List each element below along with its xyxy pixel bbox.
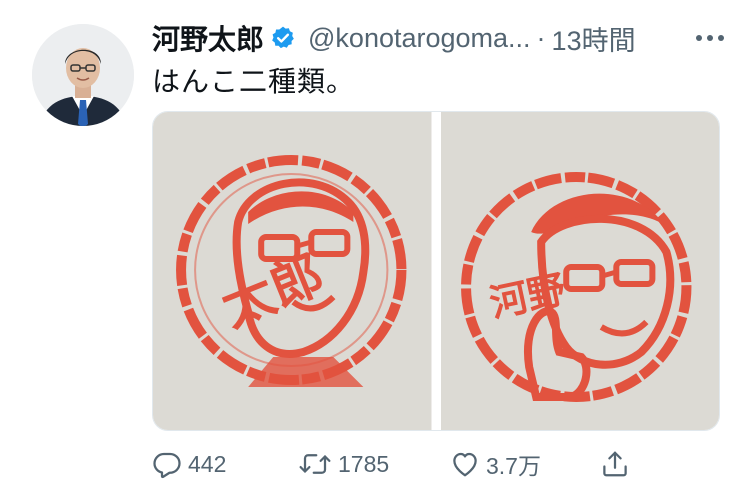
header-separator: · xyxy=(536,22,546,53)
reply-button[interactable]: 442 xyxy=(152,449,298,479)
reply-icon xyxy=(153,452,181,479)
hanko-stamp-taro-image: 太郎 xyxy=(153,112,432,430)
hanko-stamp-kono-image: 河野 xyxy=(440,112,719,430)
media-photo-right[interactable]: 河野 xyxy=(440,112,719,430)
share-icon xyxy=(603,451,627,477)
media-photo-left[interactable]: 太郎 xyxy=(153,112,432,430)
avatar-image xyxy=(32,24,134,126)
more-options-icon[interactable] xyxy=(696,22,724,54)
retweet-count: 1785 xyxy=(338,450,390,477)
author-handle[interactable]: @konotarogoma... xyxy=(308,23,531,54)
author-display-name[interactable]: 河野太郎 xyxy=(152,18,264,58)
retweet-button[interactable]: 1785 xyxy=(298,449,450,479)
retweet-icon xyxy=(299,454,331,474)
tweet-timestamp[interactable]: 13時間 xyxy=(552,19,636,58)
reply-count: 442 xyxy=(188,450,227,477)
share-button[interactable] xyxy=(600,449,630,479)
tweet-header: 河野太郎 @konotarogoma... · 13時間 xyxy=(152,18,724,58)
like-button[interactable]: 3.7万 xyxy=(450,447,600,481)
verified-badge-icon xyxy=(270,25,296,51)
tweet-media[interactable]: 太郎 河野 xyxy=(152,111,720,431)
author-avatar[interactable] xyxy=(32,24,134,126)
tweet-text: はんこ二種類。 xyxy=(152,66,356,97)
like-count: 3.7万 xyxy=(486,453,541,479)
like-icon xyxy=(453,452,477,477)
tweet-actions: 442 1785 3.7万 xyxy=(152,446,642,482)
